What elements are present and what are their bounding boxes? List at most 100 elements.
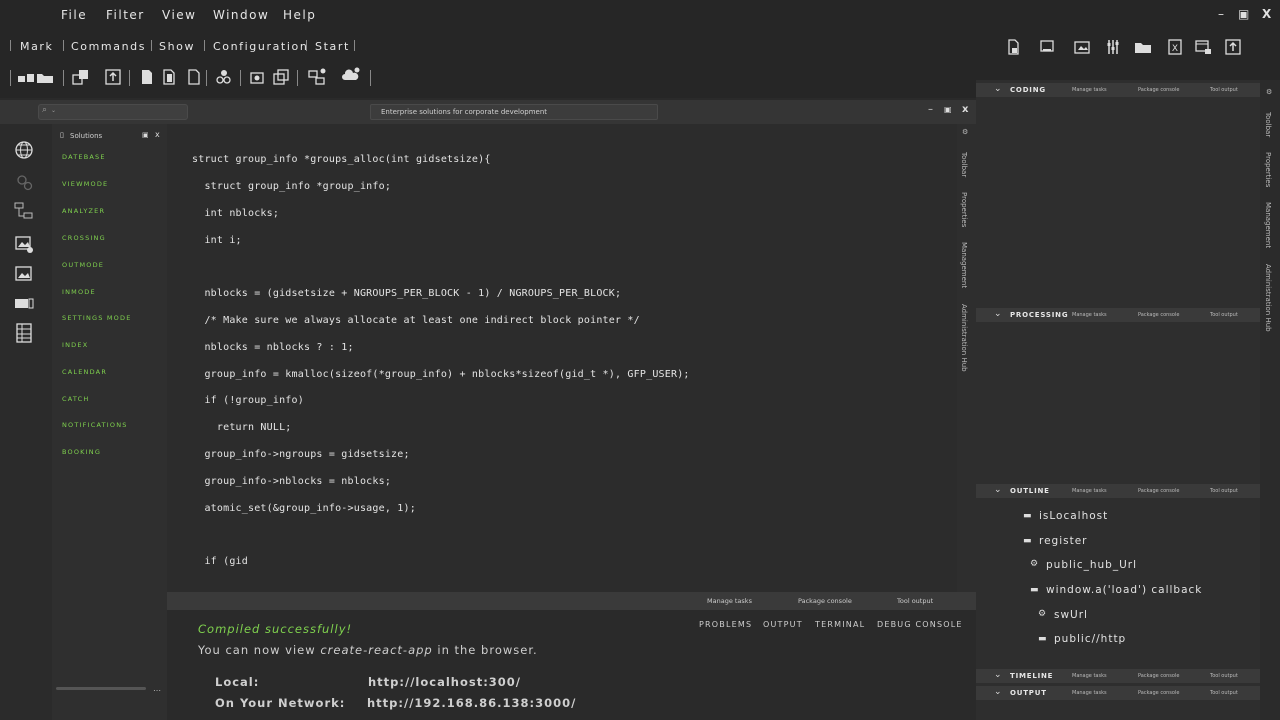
terminal-panel[interactable]: PROBLEMS OUTPUT TERMINAL DEBUG CONSOLE C… bbox=[167, 610, 976, 720]
gear-icon[interactable]: ⚙ bbox=[962, 128, 968, 136]
diagram-icon[interactable] bbox=[14, 201, 34, 221]
close-window-button[interactable]: X bbox=[1262, 7, 1271, 21]
picture-icon[interactable] bbox=[14, 264, 34, 284]
outline-item[interactable]: swUrl bbox=[1054, 609, 1088, 621]
solution-item-outmode[interactable]: OUTMODE bbox=[62, 261, 104, 269]
side-tab-properties[interactable]: Properties bbox=[960, 192, 968, 227]
side-tab-administration-hub[interactable]: Administration Hub bbox=[960, 304, 968, 372]
cmd-show[interactable]: Show bbox=[159, 40, 195, 53]
editor-minimize-button[interactable]: – bbox=[928, 104, 933, 115]
more-icon[interactable]: ⋯ bbox=[153, 686, 161, 695]
side-tab-administration-hub[interactable]: Administration Hub bbox=[1264, 264, 1272, 332]
tab-terminal[interactable]: TERMINAL bbox=[815, 620, 865, 629]
outline-item[interactable]: isLocalhost bbox=[1039, 510, 1108, 522]
manage-tasks-link[interactable]: Manage tasks bbox=[1072, 312, 1107, 318]
maximize-window-button[interactable]: ▣ bbox=[1238, 7, 1249, 21]
editor-close-button[interactable]: x bbox=[962, 104, 968, 115]
excel-file-icon[interactable]: X bbox=[1166, 38, 1184, 56]
gear-icon[interactable]: ⚙ bbox=[1266, 88, 1272, 96]
upload-icon[interactable] bbox=[1224, 38, 1242, 56]
package-console-link[interactable]: Package console bbox=[1138, 87, 1179, 93]
menu-window[interactable]: Window bbox=[213, 8, 269, 22]
copy-document-icon[interactable] bbox=[160, 68, 178, 86]
panel-header-processing[interactable]: ⌄ PROCESSING Manage tasks Package consol… bbox=[976, 308, 1260, 322]
monitor-icon[interactable] bbox=[1038, 38, 1056, 56]
cmd-configuration[interactable]: Configuration bbox=[213, 40, 308, 53]
menu-filter[interactable]: Filter bbox=[106, 8, 145, 22]
cmd-mark[interactable]: Mark bbox=[20, 40, 54, 53]
layers-icon[interactable] bbox=[272, 68, 290, 86]
panel-header-coding[interactable]: ⌄ CODING Manage tasks Package console To… bbox=[976, 83, 1260, 97]
side-tab-toolbar[interactable]: Toolbar bbox=[1264, 112, 1272, 137]
menu-help[interactable]: Help bbox=[283, 8, 316, 22]
panel-header-output[interactable]: ⌄ OUTPUT Manage tasks Package console To… bbox=[976, 686, 1260, 700]
side-tab-management[interactable]: Management bbox=[1264, 202, 1272, 248]
manage-tasks-link[interactable]: Manage tasks bbox=[1072, 488, 1107, 494]
globe-icon[interactable] bbox=[14, 140, 34, 160]
side-tab-toolbar[interactable]: Toolbar bbox=[960, 152, 968, 177]
tool-output-link[interactable]: Tool output bbox=[1210, 488, 1238, 494]
package-console-link[interactable]: Package console bbox=[798, 597, 852, 605]
manage-tasks-link[interactable]: Manage tasks bbox=[707, 597, 752, 605]
panel-layout-icon[interactable] bbox=[14, 294, 34, 314]
package-console-link[interactable]: Package console bbox=[1138, 673, 1179, 679]
panel-header-outline[interactable]: ⌄ OUTLINE Manage tasks Package console T… bbox=[976, 484, 1260, 498]
tool-output-link[interactable]: Tool output bbox=[1210, 673, 1238, 679]
local-url[interactable]: http://localhost:300/ bbox=[368, 675, 521, 689]
outline-item[interactable]: register bbox=[1039, 535, 1088, 547]
maximize-panel-icon[interactable]: ▣ bbox=[142, 131, 149, 139]
outline-item[interactable]: window.a('load') callback bbox=[1046, 584, 1202, 596]
solution-item-inmode[interactable]: INMODE bbox=[62, 288, 96, 296]
tab-output[interactable]: OUTPUT bbox=[763, 620, 803, 629]
gears-icon[interactable] bbox=[14, 172, 34, 192]
list-grid-icon[interactable] bbox=[14, 323, 34, 343]
outline-item[interactable]: public_hub_Url bbox=[1046, 559, 1137, 571]
modules-icon[interactable] bbox=[215, 68, 233, 86]
cloud-icon[interactable] bbox=[342, 66, 360, 84]
tool-output-link[interactable]: Tool output bbox=[1210, 690, 1238, 696]
horizontal-scrollbar[interactable] bbox=[56, 687, 146, 690]
document-icon[interactable] bbox=[185, 68, 203, 86]
panel-header-timeline[interactable]: ⌄ TIMELINE Manage tasks Package console … bbox=[976, 669, 1260, 683]
solution-item-booking[interactable]: BOOKING bbox=[62, 448, 101, 456]
solution-item-catch[interactable]: CATCH bbox=[62, 395, 90, 403]
window-lock-icon[interactable] bbox=[1194, 38, 1212, 56]
solution-item-calendar[interactable]: CALENDAR bbox=[62, 368, 107, 376]
tab-debug-console[interactable]: DEBUG CONSOLE bbox=[877, 620, 963, 629]
manage-tasks-link[interactable]: Manage tasks bbox=[1072, 87, 1107, 93]
solution-item-datebase[interactable]: DATEBASE bbox=[62, 153, 106, 161]
image-settings-icon[interactable] bbox=[14, 234, 34, 254]
cmd-start[interactable]: Start bbox=[315, 40, 350, 53]
code-editor[interactable]: struct group_info *groups_alloc(int gids… bbox=[167, 124, 957, 592]
manage-tasks-link[interactable]: Manage tasks bbox=[1072, 673, 1107, 679]
tab-problems[interactable]: PROBLEMS bbox=[699, 620, 752, 629]
minimize-window-button[interactable]: – bbox=[1218, 7, 1224, 21]
side-tab-management[interactable]: Management bbox=[960, 242, 968, 288]
media-icon[interactable] bbox=[249, 68, 267, 86]
solution-item-notifications[interactable]: NOTIFICATIONS bbox=[62, 421, 128, 429]
export-icon[interactable] bbox=[104, 68, 122, 86]
solution-item-analyzer[interactable]: ANALYZER bbox=[62, 207, 105, 215]
package-console-link[interactable]: Package console bbox=[1138, 312, 1179, 318]
package-console-link[interactable]: Package console bbox=[1138, 690, 1179, 696]
side-tab-properties[interactable]: Properties bbox=[1264, 152, 1272, 187]
new-document-icon[interactable] bbox=[138, 68, 156, 86]
folder-icon[interactable] bbox=[1134, 38, 1152, 56]
network-url[interactable]: http://192.168.86.138:3000/ bbox=[367, 696, 576, 710]
tool-output-link[interactable]: Tool output bbox=[1210, 312, 1238, 318]
network-icon[interactable] bbox=[308, 68, 326, 86]
menu-file[interactable]: File bbox=[61, 8, 87, 22]
menu-view[interactable]: View bbox=[162, 8, 196, 22]
windows-icon[interactable] bbox=[72, 68, 90, 86]
solution-item-settings-mode[interactable]: SETTINGS MODE bbox=[62, 314, 132, 322]
tool-output-link[interactable]: Tool output bbox=[897, 597, 933, 605]
manage-tasks-link[interactable]: Manage tasks bbox=[1072, 690, 1107, 696]
package-console-link[interactable]: Package console bbox=[1138, 488, 1179, 494]
search-input[interactable]: ⌕ ⌄ bbox=[38, 104, 188, 120]
settings-sliders-icon[interactable] bbox=[1104, 38, 1122, 56]
close-panel-icon[interactable]: x bbox=[155, 130, 160, 139]
image-folder-icon[interactable] bbox=[1073, 38, 1091, 56]
solution-item-viewmode[interactable]: VIEWMODE bbox=[62, 180, 108, 188]
tool-output-link[interactable]: Tool output bbox=[1210, 87, 1238, 93]
solution-item-index[interactable]: INDEX bbox=[62, 341, 88, 349]
